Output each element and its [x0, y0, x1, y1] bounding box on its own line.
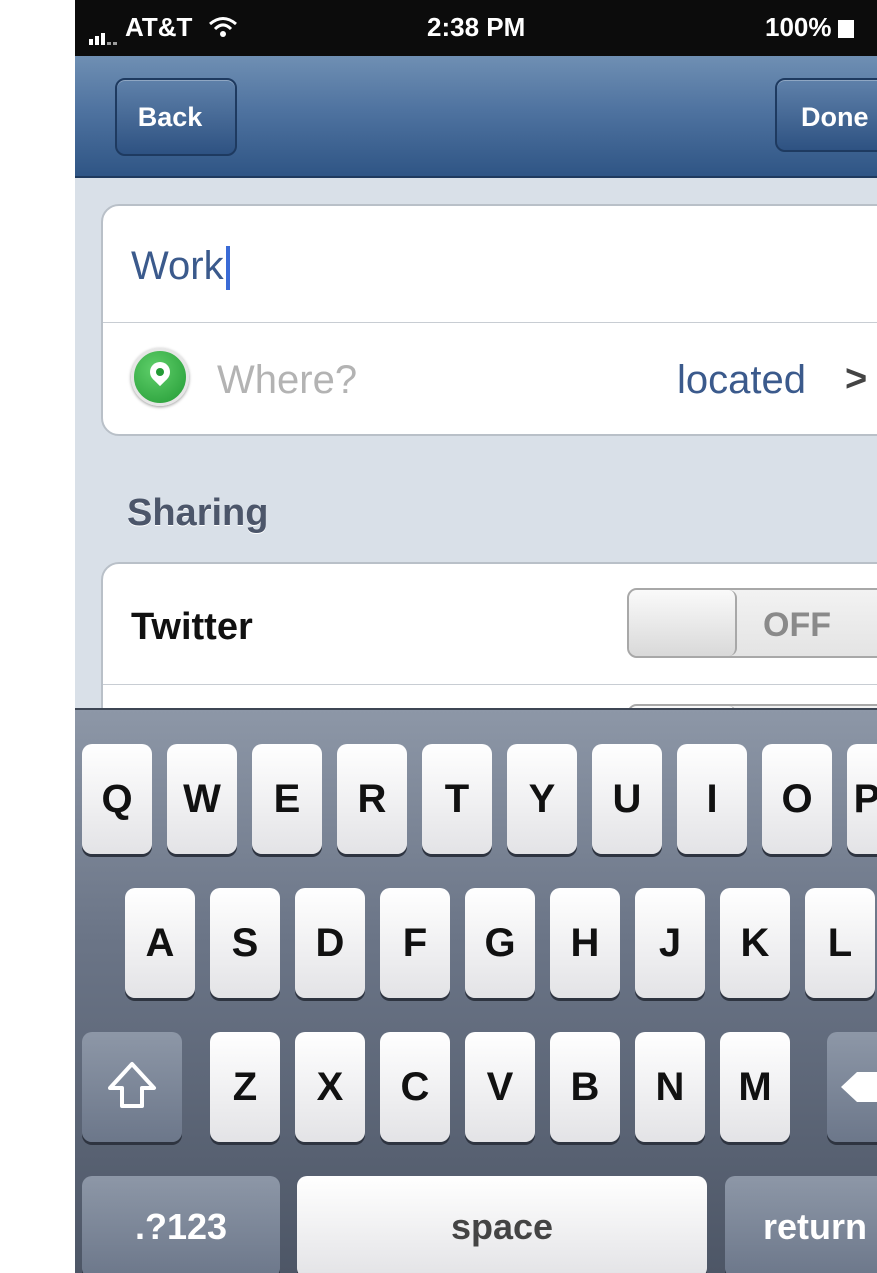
key-s[interactable]: S: [210, 888, 280, 998]
wifi-icon: [208, 14, 238, 45]
key-g[interactable]: G: [465, 888, 535, 998]
key-y[interactable]: Y: [507, 744, 577, 854]
key-r[interactable]: R: [337, 744, 407, 854]
keyboard: Q W E R T Y U I O P A S D F G H J K L Z: [75, 708, 877, 1273]
location-pin-icon: [131, 348, 189, 406]
key-b[interactable]: B: [550, 1032, 620, 1142]
key-t[interactable]: T: [422, 744, 492, 854]
place-name-field[interactable]: Work: [103, 206, 877, 323]
key-d[interactable]: D: [295, 888, 365, 998]
space-key[interactable]: space: [297, 1176, 707, 1273]
navigation-bar: Back Done: [75, 56, 877, 178]
delete-icon: [841, 1072, 877, 1102]
key-w[interactable]: W: [167, 744, 237, 854]
twitter-label: Twitter: [131, 606, 253, 648]
shift-key[interactable]: [82, 1032, 182, 1142]
location-status: located: [677, 358, 806, 402]
delete-key[interactable]: [827, 1032, 877, 1142]
key-n[interactable]: N: [635, 1032, 705, 1142]
key-f[interactable]: F: [380, 888, 450, 998]
phone-screen: AT&T 2:38 PM 100% Back Done Work Where? …: [75, 0, 877, 1273]
key-x[interactable]: X: [295, 1032, 365, 1142]
key-v[interactable]: V: [465, 1032, 535, 1142]
place-name-value: Work: [131, 244, 230, 291]
key-j[interactable]: J: [635, 888, 705, 998]
toggle-knob: [629, 590, 737, 656]
chevron-right-icon: >: [845, 358, 868, 400]
back-button[interactable]: Back: [115, 78, 237, 156]
text-cursor: [225, 246, 230, 291]
key-c[interactable]: C: [380, 1032, 450, 1142]
key-o[interactable]: O: [762, 744, 832, 854]
key-m[interactable]: M: [720, 1032, 790, 1142]
place-details-group: Work Where? located >: [101, 204, 877, 436]
battery-icon: [837, 20, 854, 39]
key-i[interactable]: I: [677, 744, 747, 854]
sharing-section-header: Sharing: [127, 492, 269, 534]
carrier-info: AT&T: [89, 12, 238, 45]
numbers-key[interactable]: .?123: [82, 1176, 280, 1273]
key-z[interactable]: Z: [210, 1032, 280, 1142]
status-bar: AT&T 2:38 PM 100%: [75, 0, 877, 56]
battery-info: 100%: [765, 12, 854, 43]
key-l[interactable]: L: [805, 888, 875, 998]
return-key[interactable]: return: [725, 1176, 877, 1273]
key-p[interactable]: P: [847, 744, 877, 854]
key-k[interactable]: K: [720, 888, 790, 998]
twitter-toggle[interactable]: OFF: [627, 588, 877, 658]
place-name-text: Work: [131, 244, 224, 288]
location-row[interactable]: Where? located >: [103, 322, 877, 436]
twitter-toggle-state: OFF: [763, 606, 831, 644]
battery-percent: 100%: [765, 12, 832, 42]
shift-arrow-icon: [108, 1062, 156, 1108]
signal-bars-icon: [89, 14, 119, 45]
back-button-label: Back: [137, 102, 203, 132]
twitter-row: Twitter OFF: [103, 564, 877, 685]
key-u[interactable]: U: [592, 744, 662, 854]
status-time: 2:38 PM: [427, 12, 526, 42]
where-placeholder: Where?: [217, 358, 358, 402]
carrier-name: AT&T: [125, 12, 193, 42]
key-a[interactable]: A: [125, 888, 195, 998]
done-button[interactable]: Done: [775, 78, 877, 152]
key-e[interactable]: E: [252, 744, 322, 854]
key-q[interactable]: Q: [82, 744, 152, 854]
key-h[interactable]: H: [550, 888, 620, 998]
